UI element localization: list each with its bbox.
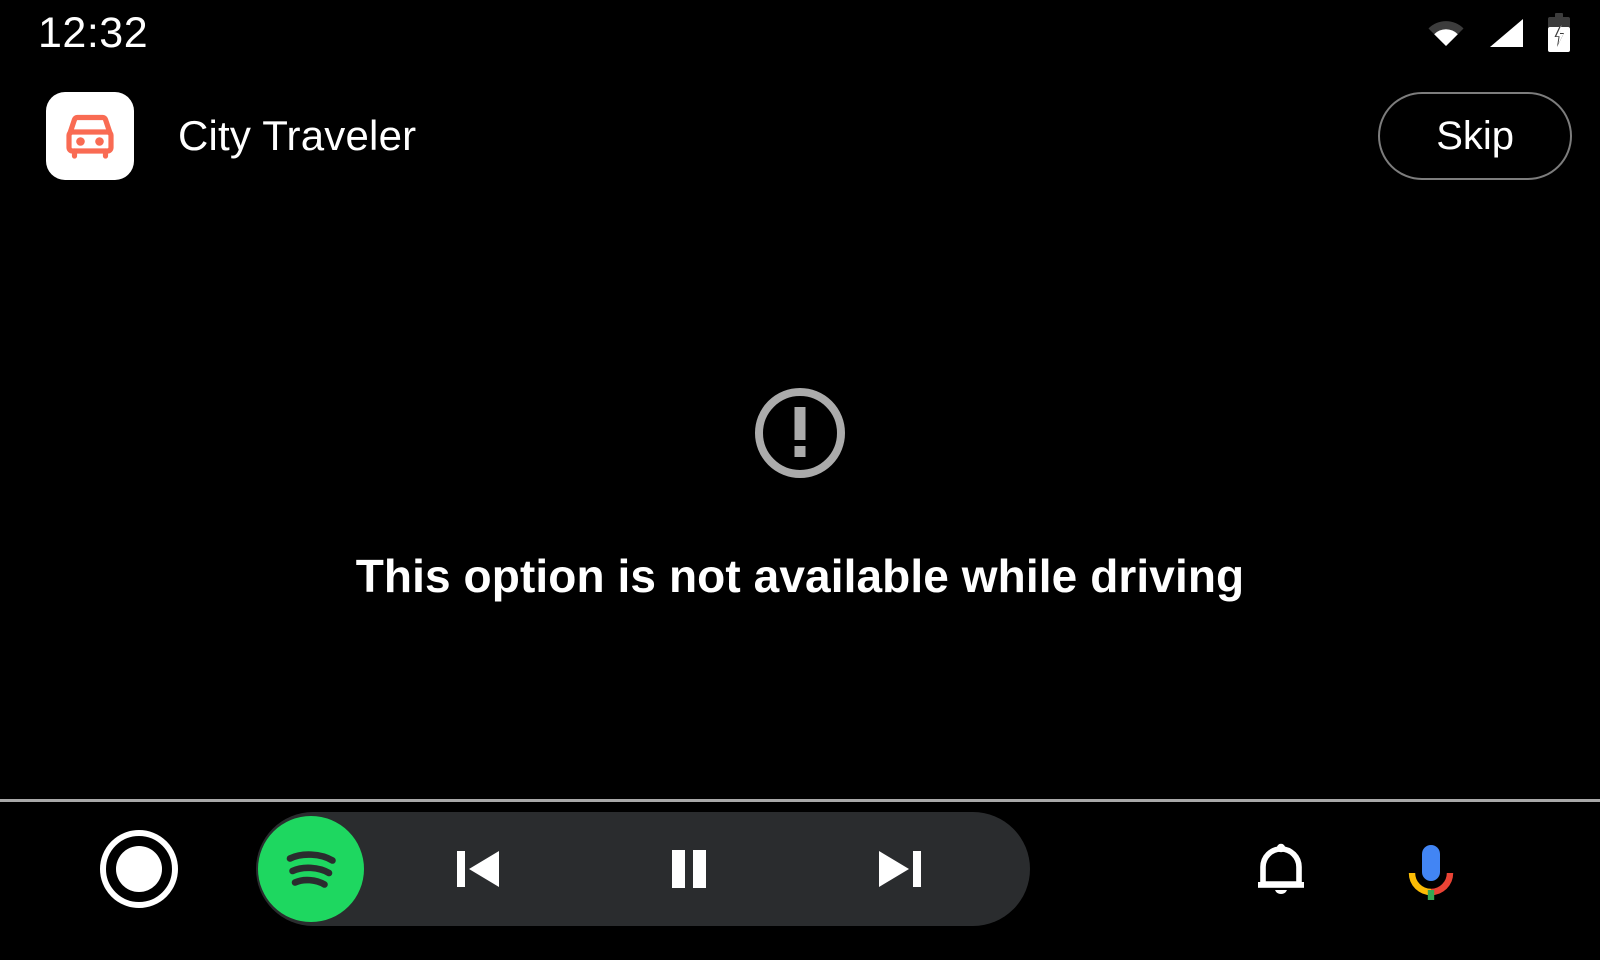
google-assistant-mic-icon[interactable] [1388,828,1474,914]
skip-previous-icon[interactable] [431,821,527,917]
spotify-icon[interactable] [258,816,364,922]
error-circle-icon [750,383,850,483]
app-header: City Traveler Skip [0,86,1600,186]
bottom-nav-bar [0,802,1600,960]
driving-restriction-message: This option is not available while drivi… [355,550,1245,602]
status-clock: 12:32 [38,8,149,57]
media-control-pill [256,812,1030,926]
skip-next-icon[interactable] [851,821,947,917]
skip-button[interactable]: Skip [1378,92,1572,180]
home-inner-dot [116,846,162,892]
bell-icon[interactable] [1238,828,1324,914]
home-circle-icon[interactable] [100,830,178,908]
cellular-signal-icon [1486,17,1526,49]
main-content-area: This option is not available while drivi… [0,186,1600,800]
pause-icon[interactable] [641,821,737,917]
app-title: City Traveler [178,112,417,159]
battery-charging-icon [1546,13,1572,53]
warning-icon-wrapper [750,383,850,483]
android-auto-screen: 12:32 City Traveler Skip This option is … [0,0,1600,960]
media-transport-controls [364,821,1030,917]
car-app-icon [46,92,134,180]
wifi-icon [1426,18,1466,48]
status-icon-group [1426,13,1572,53]
status-bar: 12:32 [0,0,1600,66]
